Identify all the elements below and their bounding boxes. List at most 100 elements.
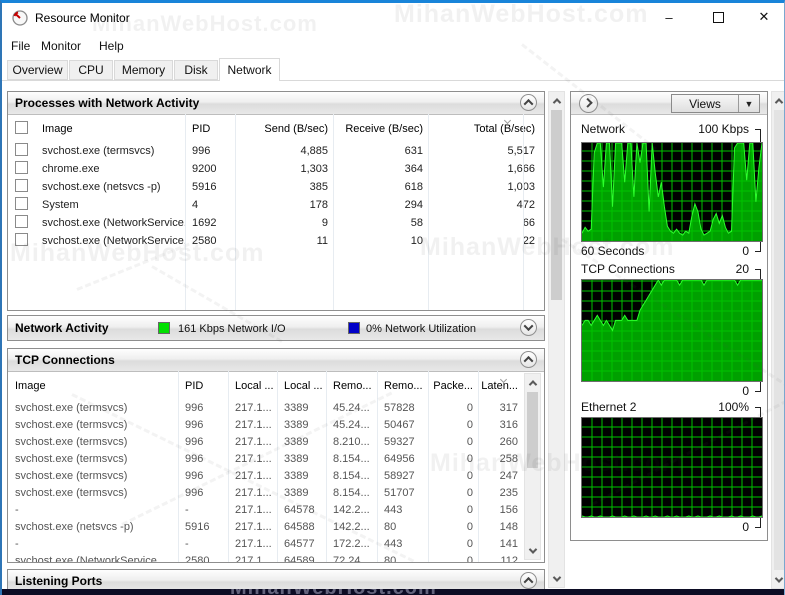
cell-packets: 0: [466, 537, 473, 550]
scroll-up-button[interactable]: [772, 92, 784, 109]
col-remote-port[interactable]: Remo...: [377, 380, 428, 392]
col-local-address[interactable]: Local ...: [228, 380, 277, 392]
collapse-button[interactable]: [520, 572, 537, 589]
graph-max-tcp: 20: [735, 262, 749, 276]
tcp-row[interactable]: - - 217.1... 64577 172.2... 443 0 141: [8, 535, 524, 552]
maximize-button[interactable]: [695, 3, 741, 31]
cell-receive: 618: [404, 181, 423, 193]
cell-local-port: 64588: [284, 520, 315, 533]
cell-pid: -: [185, 503, 189, 516]
tab-memory[interactable]: Memory: [114, 60, 173, 80]
cell-local-port: 3389: [284, 418, 309, 431]
cell-packets: 0: [466, 418, 473, 431]
views-button[interactable]: Views ▼: [671, 94, 760, 113]
col-image[interactable]: Image: [35, 123, 185, 135]
tcp-row[interactable]: svchost.exe (termsvcs) 996 217.1... 3389…: [8, 399, 524, 416]
cell-latency: 112: [500, 554, 518, 563]
tcp-row[interactable]: - - 217.1... 64578 142.2... 443 0 156: [8, 501, 524, 518]
cell-remote-address: 8.154...: [333, 486, 370, 499]
col-receive[interactable]: Receive (B/sec): [333, 123, 428, 135]
network-activity-title: Network Activity: [15, 321, 109, 335]
tab-disk[interactable]: Disk: [174, 60, 218, 80]
scroll-up-button[interactable]: [525, 374, 540, 391]
col-local-port[interactable]: Local ...: [277, 380, 326, 392]
listening-ports-title: Listening Ports: [15, 574, 103, 588]
right-pane-scrollbar[interactable]: [771, 91, 784, 589]
cell-send: 1,303: [300, 163, 328, 175]
process-row[interactable]: svchost.exe (netsvcs -p) 5916 385 618 1,…: [8, 178, 544, 196]
views-label: Views: [689, 96, 721, 111]
row-checkbox[interactable]: [15, 233, 28, 246]
process-row[interactable]: chrome.exe 9200 1,303 364 1,666: [8, 160, 544, 178]
tcp-row[interactable]: svchost.exe (termsvcs) 996 217.1... 3389…: [8, 467, 524, 484]
process-row[interactable]: System 4 178 294 472: [8, 196, 544, 214]
cell-image: svchost.exe (termsvcs): [15, 401, 128, 414]
graph-max-ethernet: 100%: [718, 400, 749, 414]
scrollbar-thumb[interactable]: [774, 110, 784, 570]
menu-file[interactable]: File: [11, 39, 30, 53]
row-checkbox[interactable]: [15, 179, 28, 192]
tcp-row[interactable]: svchost.exe (termsvcs) 996 217.1... 3389…: [8, 416, 524, 433]
col-remote-address[interactable]: Remo...: [326, 380, 377, 392]
select-all-checkbox[interactable]: [15, 121, 28, 134]
minimize-button[interactable]: –: [646, 3, 692, 31]
scroll-down-button[interactable]: [772, 571, 784, 588]
graph-min-network: 0: [742, 244, 749, 258]
tcp-table: Image PID Local ... Local ... Remo... Re…: [8, 371, 524, 562]
graphs-panel-header: Views ▼: [571, 92, 767, 115]
tab-cpu[interactable]: CPU: [69, 60, 113, 80]
tcp-row[interactable]: svchost.exe (termsvcs) 996 217.1... 3389…: [8, 484, 524, 501]
cell-local-address: 217.1...: [235, 452, 272, 465]
tab-overview[interactable]: Overview: [7, 60, 68, 80]
row-checkbox[interactable]: [15, 197, 28, 210]
process-row[interactable]: svchost.exe (termsvcs) 996 4,885 631 5,5…: [8, 142, 544, 160]
tcp-row[interactable]: svchost.exe (termsvcs) 996 217.1... 3389…: [8, 450, 524, 467]
menu-monitor[interactable]: Monitor: [41, 39, 81, 53]
close-button[interactable]: ✕: [741, 3, 784, 31]
left-pane-scrollbar[interactable]: [548, 91, 565, 588]
scrollbar-thumb[interactable]: [527, 392, 538, 468]
cell-latency: 317: [499, 401, 518, 414]
cell-image: svchost.exe (termsvcs): [15, 469, 128, 482]
col-pid[interactable]: PID: [185, 123, 235, 135]
scroll-up-button[interactable]: [549, 92, 564, 109]
dropdown-arrow-icon[interactable]: ▼: [738, 95, 759, 112]
cell-remote-port: 443: [384, 503, 403, 516]
col-packets[interactable]: Packe...: [428, 380, 478, 392]
collapse-button[interactable]: [520, 351, 537, 368]
cell-pid: 2580: [192, 235, 217, 247]
row-checkbox[interactable]: [15, 215, 28, 228]
tcp-row[interactable]: svchost.exe (NetworkService... 2580 217.…: [8, 552, 524, 563]
row-checkbox[interactable]: [15, 161, 28, 174]
collapse-pane-button[interactable]: [579, 94, 598, 113]
tcp-row[interactable]: svchost.exe (netsvcs -p) 5916 217.1... 6…: [8, 518, 524, 535]
cell-send: 178: [309, 199, 328, 211]
cell-local-port: 64577: [284, 537, 315, 550]
chevron-up-icon: [523, 355, 534, 366]
tcp-row[interactable]: svchost.exe (termsvcs) 996 217.1... 3389…: [8, 433, 524, 450]
tab-network[interactable]: Network: [219, 58, 280, 81]
scroll-down-button[interactable]: [525, 542, 540, 559]
col-latency[interactable]: Laten...: [478, 380, 523, 392]
col-send[interactable]: Send (B/sec): [235, 123, 333, 135]
process-row[interactable]: svchost.exe (NetworkService... 1692 9 58…: [8, 214, 544, 232]
chevron-down-icon: [774, 573, 784, 583]
expand-button[interactable]: [520, 319, 537, 336]
cell-pid: 996: [185, 469, 204, 482]
process-row[interactable]: svchost.exe (NetworkService... 2580 11 1…: [8, 232, 544, 250]
cell-local-port: 3389: [284, 469, 309, 482]
row-checkbox[interactable]: [15, 143, 28, 156]
col-image[interactable]: Image: [8, 380, 178, 392]
tcp-scrollbar[interactable]: [524, 373, 541, 560]
cell-local-address: 217.1...: [235, 418, 272, 431]
app-icon: [12, 10, 28, 26]
menu-help[interactable]: Help: [99, 39, 124, 53]
minimize-icon: –: [665, 9, 673, 25]
graph-title-ethernet: Ethernet 2: [581, 400, 637, 414]
col-pid[interactable]: PID: [178, 380, 228, 392]
scroll-down-button[interactable]: [549, 570, 564, 587]
collapse-button[interactable]: [520, 94, 537, 111]
scrollbar-thumb[interactable]: [551, 110, 562, 300]
cell-latency: 156: [499, 503, 518, 516]
cell-pid: 996: [185, 418, 204, 431]
